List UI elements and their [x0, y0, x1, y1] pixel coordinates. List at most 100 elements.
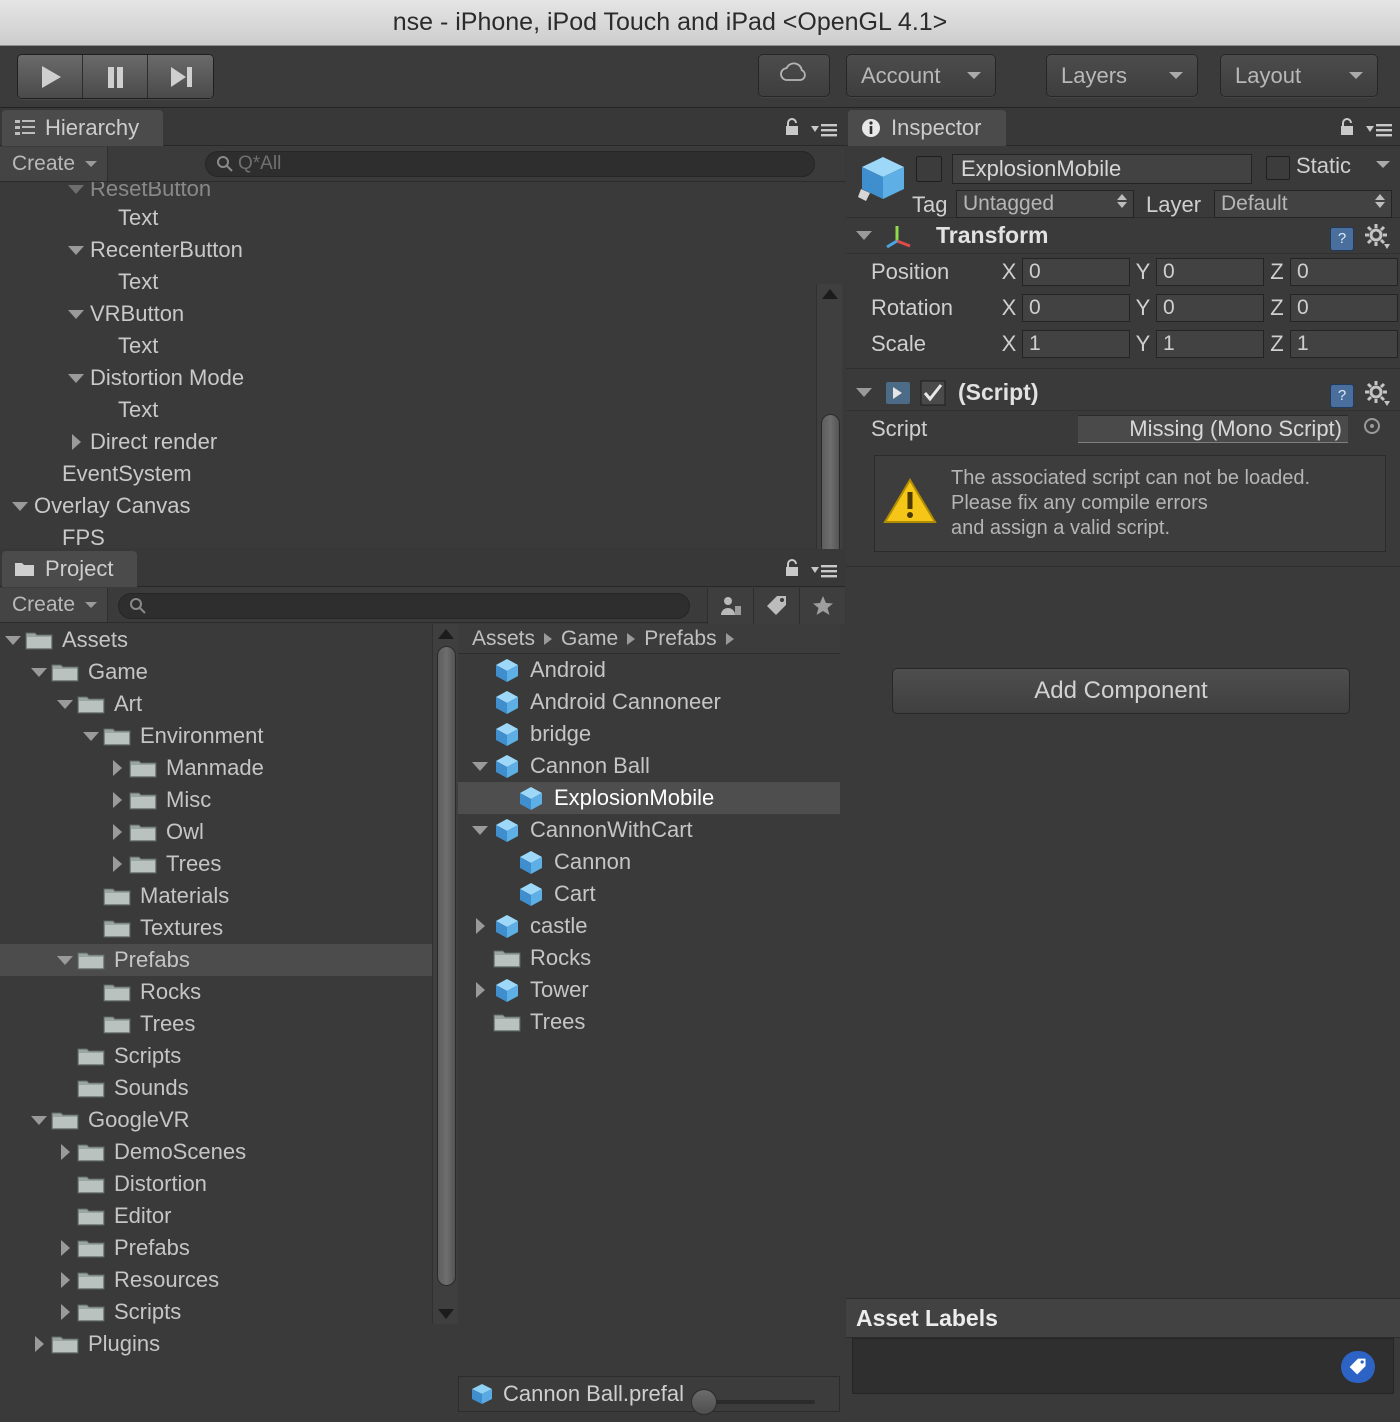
- transform-x-input[interactable]: 0: [1022, 294, 1130, 322]
- transform-y-input[interactable]: 0: [1156, 258, 1264, 286]
- object-picker-icon[interactable]: [1364, 418, 1380, 434]
- project-asset-item[interactable]: Tower: [458, 974, 840, 1006]
- transform-y-input[interactable]: 1: [1156, 330, 1264, 358]
- panel-menu-icon[interactable]: [811, 562, 837, 580]
- project-tree-item[interactable]: Sounds: [0, 1072, 432, 1104]
- foldout-open-icon[interactable]: [2, 636, 24, 645]
- project-asset-item[interactable]: Cannon Ball: [458, 750, 840, 782]
- foldout-open-icon[interactable]: [28, 1116, 50, 1125]
- project-tree-item[interactable]: Rocks: [0, 976, 432, 1008]
- lock-icon[interactable]: [784, 558, 800, 583]
- hierarchy-item[interactable]: Distortion Mode: [0, 362, 815, 394]
- step-button[interactable]: [148, 55, 213, 98]
- layout-dropdown[interactable]: Layout: [1220, 54, 1378, 97]
- avatar-filter-icon[interactable]: [707, 588, 753, 624]
- foldout-closed-icon[interactable]: [106, 792, 128, 808]
- foldout-open-icon[interactable]: [80, 732, 102, 741]
- script-enabled-checkbox[interactable]: [920, 380, 946, 406]
- project-asset-item[interactable]: Rocks: [458, 942, 840, 974]
- transform-x-input[interactable]: 1: [1022, 330, 1130, 358]
- hierarchy-item[interactable]: RecenterButton: [0, 234, 815, 266]
- foldout-closed-icon[interactable]: [106, 824, 128, 840]
- script-object-field[interactable]: Missing (Mono Script): [1078, 415, 1348, 443]
- label-tag-icon[interactable]: [1341, 1351, 1375, 1383]
- project-tree-item[interactable]: Editor: [0, 1200, 432, 1232]
- project-create-button[interactable]: Create: [0, 588, 108, 622]
- breadcrumb-item[interactable]: Prefabs: [644, 627, 716, 651]
- project-tree-scroll-thumb[interactable]: [437, 646, 456, 1286]
- tab-inspector[interactable]: Inspector: [848, 110, 1006, 146]
- hierarchy-item[interactable]: Overlay Canvas: [0, 490, 815, 522]
- project-asset-item[interactable]: Trees: [458, 1006, 840, 1038]
- project-tree-item[interactable]: Manmade: [0, 752, 432, 784]
- gear-icon[interactable]: [1364, 223, 1390, 254]
- foldout-open-icon[interactable]: [66, 374, 86, 383]
- project-tree-scrollbar[interactable]: [432, 624, 458, 1324]
- layers-dropdown[interactable]: Layers: [1046, 54, 1198, 97]
- transform-z-input[interactable]: 1: [1290, 330, 1398, 358]
- foldout-open-icon[interactable]: [54, 700, 76, 709]
- project-asset-item[interactable]: bridge: [458, 718, 840, 750]
- panel-menu-icon[interactable]: [1366, 121, 1392, 139]
- project-asset-item[interactable]: Cannon: [458, 846, 840, 878]
- chevron-down-icon[interactable]: [1376, 161, 1390, 168]
- panel-menu-icon[interactable]: [811, 121, 837, 139]
- help-icon[interactable]: ?: [1330, 384, 1354, 408]
- help-icon[interactable]: ?: [1330, 227, 1354, 251]
- project-tree-item[interactable]: Environment: [0, 720, 432, 752]
- transform-z-input[interactable]: 0: [1290, 294, 1398, 322]
- project-folder-tree[interactable]: AssetsGameArtEnvironmentManmadeMiscOwlTr…: [0, 624, 432, 1374]
- foldout-open-icon[interactable]: [66, 246, 86, 255]
- foldout-open-icon[interactable]: [66, 310, 86, 319]
- foldout-open-icon[interactable]: [66, 185, 86, 194]
- gear-icon[interactable]: [1364, 380, 1390, 411]
- foldout-closed-icon[interactable]: [54, 1144, 76, 1160]
- foldout-closed-icon[interactable]: [468, 982, 492, 998]
- project-tree-item[interactable]: Assets: [0, 624, 432, 656]
- project-asset-item[interactable]: Cart: [458, 878, 840, 910]
- asset-zoom-slider[interactable]: [705, 1400, 815, 1404]
- scroll-up-arrow[interactable]: [822, 286, 838, 302]
- hierarchy-item[interactable]: VRButton: [0, 298, 815, 330]
- add-component-button[interactable]: Add Component: [892, 668, 1350, 714]
- project-asset-item[interactable]: CannonWithCart: [458, 814, 840, 846]
- hierarchy-create-button[interactable]: Create: [0, 147, 108, 181]
- hierarchy-item[interactable]: Direct render: [0, 426, 815, 458]
- project-tree-item[interactable]: Resources: [0, 1264, 432, 1296]
- project-tree-item[interactable]: Owl: [0, 816, 432, 848]
- foldout-open-icon[interactable]: [468, 762, 492, 771]
- foldout-closed-icon[interactable]: [468, 918, 492, 934]
- project-tree-item[interactable]: Scripts: [0, 1296, 432, 1328]
- project-tree-item[interactable]: Textures: [0, 912, 432, 944]
- foldout-closed-icon[interactable]: [54, 1240, 76, 1256]
- hierarchy-item[interactable]: Text: [0, 330, 815, 362]
- transform-x-input[interactable]: 0: [1022, 258, 1130, 286]
- foldout-closed-icon[interactable]: [106, 760, 128, 776]
- play-button[interactable]: [18, 55, 83, 98]
- project-asset-list[interactable]: AndroidAndroid CannoneerbridgeCannon Bal…: [458, 654, 840, 1038]
- project-tree-item[interactable]: Trees: [0, 1008, 432, 1040]
- static-checkbox[interactable]: [1266, 156, 1290, 180]
- project-tree-item[interactable]: Scripts: [0, 1040, 432, 1072]
- transform-y-input[interactable]: 0: [1156, 294, 1264, 322]
- scroll-down-arrow[interactable]: [438, 1306, 454, 1322]
- pause-button[interactable]: [83, 55, 148, 98]
- project-tree-item[interactable]: Game: [0, 656, 432, 688]
- transform-component-header[interactable]: Transform ?: [846, 218, 1400, 254]
- hierarchy-search-input[interactable]: Q*All: [205, 151, 815, 177]
- tab-hierarchy[interactable]: Hierarchy: [2, 110, 163, 146]
- project-asset-item[interactable]: Android Cannoneer: [458, 686, 840, 718]
- hierarchy-tree[interactable]: ResetButtonTextRecenterButtonTextVRButto…: [0, 182, 815, 548]
- foldout-open-icon[interactable]: [54, 956, 76, 965]
- lock-icon[interactable]: [784, 117, 800, 142]
- project-tree-item[interactable]: Prefabs: [0, 1232, 432, 1264]
- hierarchy-item[interactable]: EventSystem: [0, 458, 815, 490]
- foldout-closed-icon[interactable]: [54, 1272, 76, 1288]
- tag-dropdown[interactable]: Untagged: [956, 190, 1134, 218]
- project-search-input[interactable]: [118, 593, 690, 619]
- project-tree-item[interactable]: DemoScenes: [0, 1136, 432, 1168]
- foldout-open-icon[interactable]: [856, 231, 872, 240]
- asset-labels-body[interactable]: [852, 1338, 1394, 1394]
- project-tree-item[interactable]: Plugins: [0, 1328, 432, 1360]
- project-tree-item[interactable]: Misc: [0, 784, 432, 816]
